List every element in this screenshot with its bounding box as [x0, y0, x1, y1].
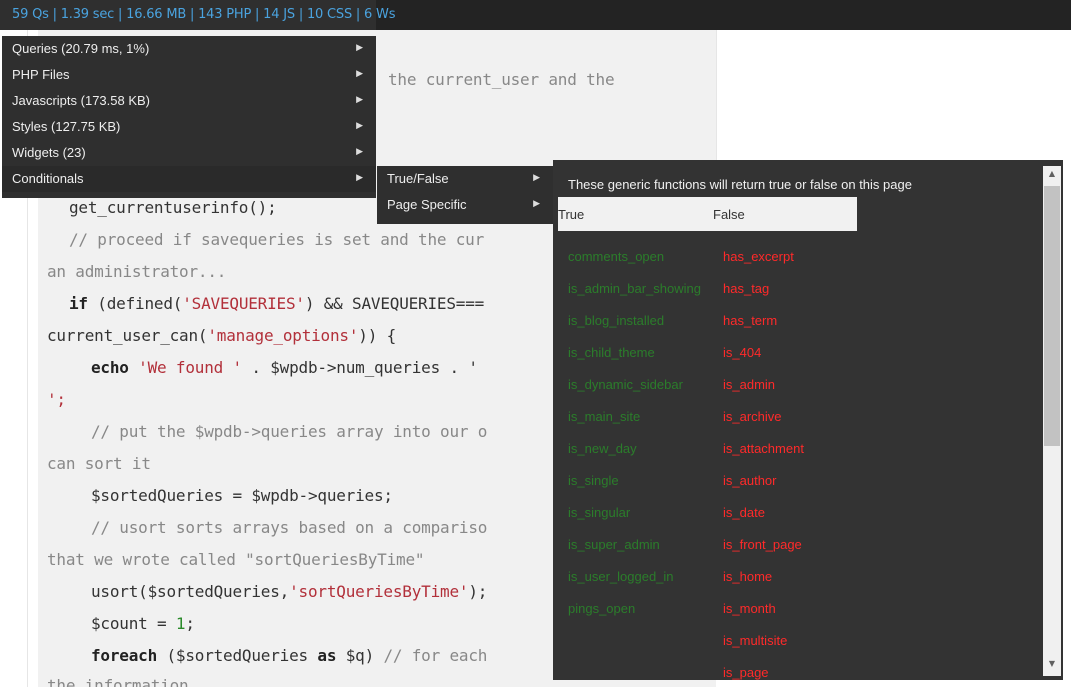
menu-item-widgets[interactable]: Widgets (23) ▶ — [2, 140, 376, 166]
menu-item-label: Widgets (23) — [12, 145, 86, 160]
chevron-right-icon: ▶ — [356, 68, 363, 78]
false-condition-item: has_tag — [723, 281, 770, 296]
code-comment-line: can sort it — [47, 454, 151, 473]
code-line: foreach ($sortedQueries as $q) // for ea… — [91, 646, 488, 665]
code-line: usort($sortedQueries,'sortQueriesByTime'… — [91, 582, 488, 601]
code-line: $count = 1; — [91, 614, 195, 633]
code-line: current_user_can('manage_options')) { — [47, 326, 397, 345]
menu-item-label: Javascripts (173.58 KB) — [12, 93, 151, 108]
code-comment-line: an administrator... — [47, 262, 227, 281]
false-column-header: False — [713, 207, 745, 222]
submenu-item-label: True/False — [387, 171, 449, 186]
submenu-item-label: Page Specific — [387, 197, 467, 212]
code-line: echo 'We found ' . $wpdb->num_queries . … — [91, 358, 478, 377]
true-condition-item: is_child_theme — [568, 345, 655, 360]
false-condition-item: is_home — [723, 569, 773, 584]
conditionals-table-header: True False — [558, 197, 857, 231]
true-condition-item: is_super_admin — [568, 537, 660, 552]
menu-item-label: PHP Files — [12, 67, 70, 82]
conditionals-scrollbar[interactable]: ▲ ▼ — [1043, 166, 1061, 676]
debug-stats-summary[interactable]: 59 Qs | 1.39 sec | 16.66 MB | 143 PHP | … — [0, 0, 395, 30]
false-condition-item: is_page — [723, 665, 769, 680]
menu-item-javascripts[interactable]: Javascripts (173.58 KB) ▶ — [2, 88, 376, 114]
code-line: $sortedQueries = $wpdb->queries; — [91, 486, 393, 505]
code-line: get_currentuserinfo(); — [69, 198, 277, 217]
debug-dropdown-menu: Queries (20.79 ms, 1%) ▶ PHP Files ▶ Jav… — [2, 36, 376, 198]
true-condition-item: pings_open — [568, 601, 636, 616]
scroll-up-arrow-icon[interactable]: ▲ — [1043, 169, 1061, 183]
code-comment-line: // put the $wpdb->queries array into our… — [91, 422, 488, 441]
true-condition-item: is_main_site — [568, 409, 641, 424]
true-condition-item: is_blog_installed — [568, 313, 665, 328]
conditionals-description: These generic functions will return true… — [568, 177, 912, 192]
chevron-right-icon: ▶ — [356, 172, 363, 182]
menu-item-styles[interactable]: Styles (127.75 KB) ▶ — [2, 114, 376, 140]
false-condition-item: is_date — [723, 505, 765, 520]
chevron-right-icon: ▶ — [533, 198, 540, 208]
chevron-right-icon: ▶ — [356, 120, 363, 130]
menu-item-php-files[interactable]: PHP Files ▶ — [2, 62, 376, 88]
false-condition-item: is_author — [723, 473, 777, 488]
conditionals-scroll-area[interactable]: These generic functions will return true… — [553, 160, 1043, 680]
false-condition-item: is_front_page — [723, 537, 802, 552]
debug-toolbar: 59 Qs | 1.39 sec | 16.66 MB | 143 PHP | … — [0, 0, 1071, 30]
false-condition-item: is_month — [723, 601, 776, 616]
scroll-down-arrow-icon[interactable]: ▼ — [1043, 659, 1061, 673]
false-condition-item: is_404 — [723, 345, 762, 360]
false-condition-item: is_admin — [723, 377, 776, 392]
code-comment-line: // usort sorts arrays based on a compari… — [91, 518, 488, 537]
menu-item-label: Styles (127.75 KB) — [12, 119, 121, 134]
true-condition-item: is_new_day — [568, 441, 637, 456]
true-condition-item: is_dynamic_sidebar — [568, 377, 683, 392]
code-line: if (defined('SAVEQUERIES') && SAVEQUERIE… — [69, 294, 485, 313]
false-condition-item: has_excerpt — [723, 249, 794, 264]
true-condition-item: is_user_logged_in — [568, 569, 674, 584]
true-condition-item: is_single — [568, 473, 619, 488]
chevron-right-icon: ▶ — [356, 146, 363, 156]
code-comment-line: // proceed if savequeries is set and the… — [69, 230, 485, 249]
menu-item-conditionals[interactable]: Conditionals ▶ — [2, 166, 376, 192]
submenu-item-true-false[interactable]: True/False ▶ — [377, 166, 553, 192]
true-condition-item: is_singular — [568, 505, 631, 520]
true-condition-item: is_admin_bar_showing — [568, 281, 701, 296]
code-comment-line: the information — [47, 676, 189, 687]
menu-item-label: Conditionals — [12, 171, 84, 186]
scrollbar-thumb[interactable] — [1044, 186, 1060, 446]
code-comment-line: that we wrote called "sortQueriesByTime" — [47, 550, 425, 569]
code-line: the current_user and the — [388, 70, 615, 89]
menu-item-label: Queries (20.79 ms, 1%) — [12, 41, 150, 56]
true-column-header: True — [558, 207, 585, 222]
code-line: '; — [47, 390, 66, 409]
false-condition-item: is_attachment — [723, 441, 804, 456]
submenu-item-page-specific[interactable]: Page Specific ▶ — [377, 192, 553, 218]
menu-item-queries[interactable]: Queries (20.79 ms, 1%) ▶ — [2, 36, 376, 62]
false-condition-item: is_multisite — [723, 633, 788, 648]
code-block-edge — [716, 30, 726, 160]
conditionals-panel: These generic functions will return true… — [553, 160, 1063, 680]
false-condition-item: is_archive — [723, 409, 782, 424]
chevron-right-icon: ▶ — [356, 94, 363, 104]
true-condition-item: comments_open — [568, 249, 665, 264]
chevron-right-icon: ▶ — [533, 172, 540, 182]
false-condition-item: has_term — [723, 313, 778, 328]
chevron-right-icon: ▶ — [356, 42, 363, 52]
conditionals-submenu: True/False ▶ Page Specific ▶ — [377, 166, 553, 224]
